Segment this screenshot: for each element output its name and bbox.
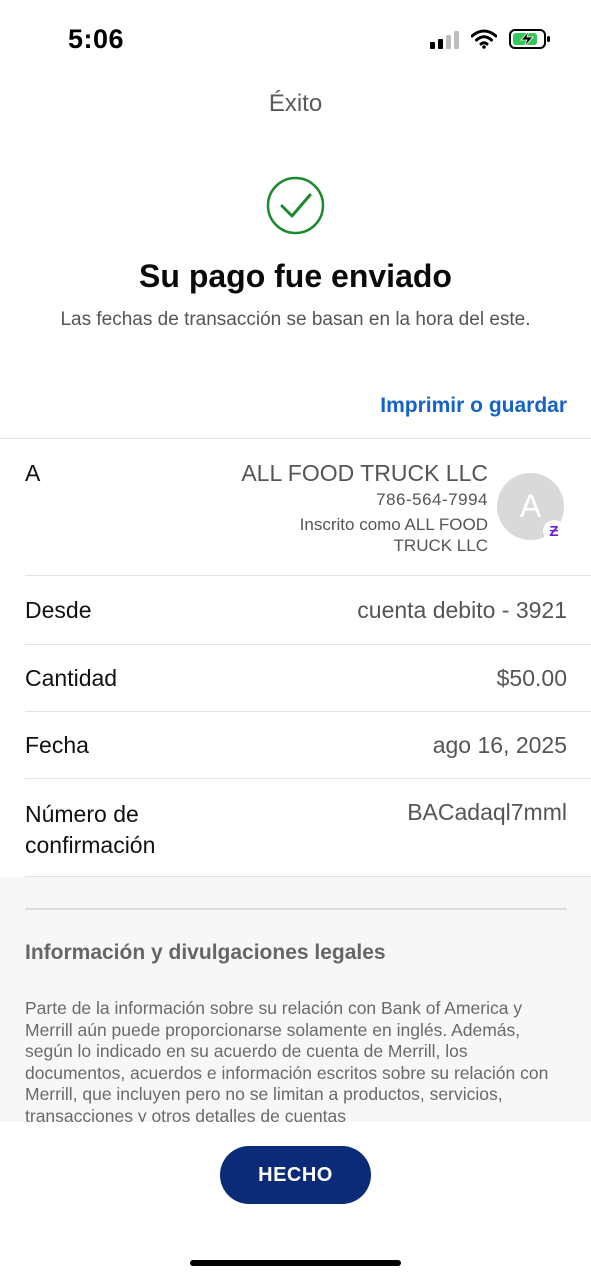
battery-charging-icon	[509, 29, 550, 49]
divider	[25, 711, 591, 712]
recipient-phone: 786-564-7994	[376, 490, 488, 509]
from-account-value: cuenta debito - 3921	[357, 597, 567, 623]
home-indicator[interactable]	[190, 1260, 401, 1266]
done-button[interactable]: HECHO	[220, 1146, 371, 1204]
divider	[25, 575, 591, 576]
divider	[0, 438, 591, 439]
wifi-icon	[471, 29, 497, 49]
amount-value: $50.00	[496, 665, 567, 691]
zelle-icon: Ƶ	[543, 520, 565, 542]
legal-section[interactable]: Información y divulgaciones legales Part…	[0, 877, 591, 1122]
from-label: Desde	[25, 597, 92, 623]
date-label: Fecha	[25, 732, 89, 758]
success-headline: Su pago fue enviado	[139, 258, 452, 294]
status-time: 5:06	[68, 24, 125, 54]
cellular-signal-icon	[430, 29, 459, 49]
recipient-name: ALL FOOD TRUCK LLC	[241, 460, 488, 486]
amount-label: Cantidad	[25, 665, 118, 691]
timezone-note: Las fechas de transacción se basan en la…	[60, 309, 531, 330]
legal-title: Información y divulgaciones legales	[25, 941, 386, 964]
status-bar: 5:06	[0, 0, 591, 80]
date-value: ago 16, 2025	[432, 732, 567, 758]
print-or-save-link[interactable]: Imprimir o guardar	[380, 394, 567, 418]
divider	[25, 778, 591, 779]
divider	[25, 644, 591, 645]
status-icons	[430, 28, 551, 50]
recipient-enrolled-as: Inscrito como ALL FOOD TRUCK LLC	[299, 515, 488, 555]
confirmation-number-value: BACadaql7mml	[407, 799, 567, 825]
check-circle-icon	[266, 176, 325, 235]
legal-divider	[25, 908, 567, 910]
page-title: Éxito	[268, 90, 323, 117]
legal-body: Parte de la información sobre su relació…	[25, 998, 549, 1122]
recipient-label: A	[25, 460, 41, 486]
confirmation-number-label: Número de confirmación	[25, 801, 156, 858]
